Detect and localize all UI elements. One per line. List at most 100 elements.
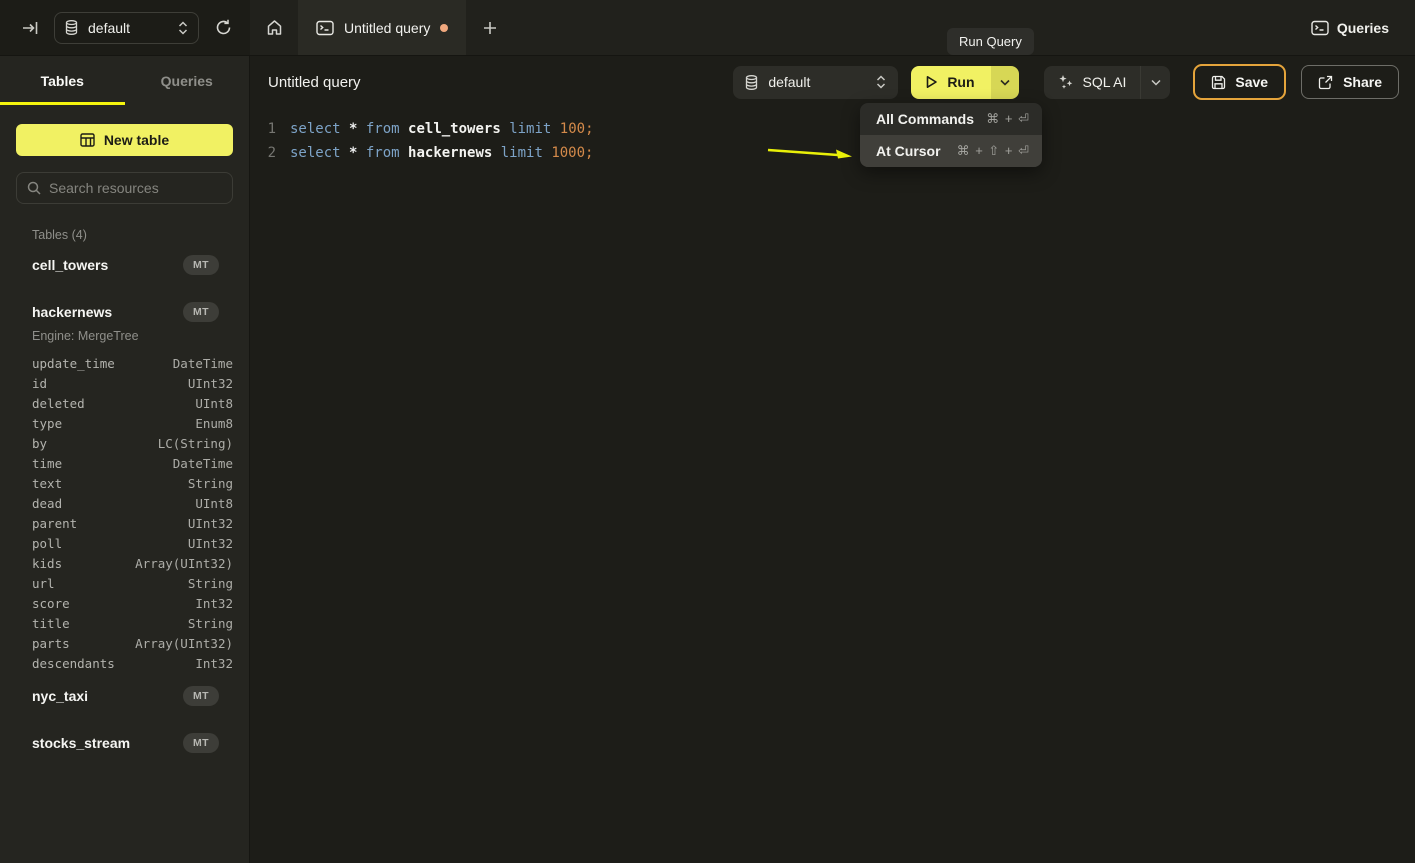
topbar-left: default (0, 0, 250, 55)
column-name: title (32, 616, 70, 631)
column-row-dead: dead UInt8 (16, 493, 233, 513)
run-button[interactable]: Run (911, 66, 990, 99)
table-row-stocks_stream[interactable]: stocks_stream MT (16, 726, 233, 760)
home-icon (266, 19, 283, 36)
database-selector-value: default (768, 74, 866, 90)
code-text: select * from cell_towers limit 100; (290, 117, 594, 141)
run-query-tooltip: Run Query (947, 28, 1034, 55)
tab-strip: Untitled query (250, 0, 1285, 55)
unsaved-changes-dot (440, 24, 448, 32)
run-options-caret[interactable] (991, 66, 1019, 99)
search-resources-input[interactable] (49, 180, 222, 196)
column-row-update_time: update_time DateTime (16, 353, 233, 373)
menu-item-shortcut: ⌘ + ⇧ + ⏎ (957, 143, 1030, 159)
run-button-label: Run (947, 74, 974, 90)
database-icon (65, 20, 78, 35)
column-name: poll (32, 536, 62, 551)
column-name: descendants (32, 656, 115, 671)
queries-link[interactable]: Queries (1285, 0, 1415, 55)
toolbar-actions: default Run (733, 64, 1399, 100)
sidebar-tab-tables[interactable]: Tables (0, 56, 125, 105)
column-type: DateTime (173, 456, 233, 471)
database-selector-topbar[interactable]: default (54, 12, 199, 44)
menu-item-label: At Cursor (876, 143, 941, 159)
engine-badge: MT (183, 686, 219, 706)
new-tab-button[interactable] (466, 0, 514, 55)
column-row-by: byLC(String) (16, 433, 233, 453)
run-button-group: Run (911, 66, 1018, 99)
table-row-cell_towers[interactable]: cell_towersMT (16, 248, 233, 282)
queries-link-label: Queries (1337, 20, 1389, 36)
column-row-descendants: descendantsInt32 (16, 653, 233, 673)
collapse-sidebar-icon (22, 21, 38, 35)
code-line-1[interactable]: 1select * from cell_towers limit 100; (250, 117, 1415, 141)
engine-badge: MT (183, 302, 219, 322)
column-type: UInt8 (195, 496, 233, 511)
column-name: parts (32, 636, 70, 651)
column-name: kids (32, 556, 62, 571)
column-type: UInt8 (195, 396, 233, 411)
sidebar-tab-queries[interactable]: Queries (125, 56, 250, 105)
tables-panel: Tables (4) cell_towersMThackernewsMTEngi… (0, 204, 249, 773)
queries-icon (1311, 20, 1329, 36)
tab-untitled-query[interactable]: Untitled query (298, 0, 466, 55)
sql-editor[interactable]: 1select * from cell_towers limit 100;2se… (250, 108, 1415, 863)
table-row-nyc_taxi[interactable]: nyc_taxi MT (16, 679, 233, 713)
sql-ai-main: SQL AI (1044, 74, 1141, 90)
sidebar-tabs: TablesQueries (0, 56, 249, 105)
play-icon (925, 75, 938, 89)
sql-ai-caret[interactable] (1140, 66, 1170, 99)
column-row-time: time DateTime (16, 453, 233, 473)
database-selector-value: default (88, 20, 168, 36)
line-number: 2 (250, 141, 290, 165)
table-name: stocks_stream (32, 735, 130, 751)
refresh-icon (215, 19, 232, 36)
search-resources-box[interactable] (16, 172, 233, 204)
column-name: deleted (32, 396, 85, 411)
sql-ai-button[interactable]: SQL AI (1044, 66, 1171, 99)
column-row-type: typeEnum8 (16, 413, 233, 433)
tables-section-title: Tables (4) (16, 228, 233, 242)
menu-item-at-cursor[interactable]: At Cursor ⌘ + ⇧ + ⏎ (860, 135, 1042, 167)
menu-item-label: All Commands (876, 111, 974, 127)
sparkles-icon (1058, 74, 1074, 90)
chevron-updown-icon (178, 21, 188, 35)
column-row-parent: parentUInt32 (16, 513, 233, 533)
share-button[interactable]: Share (1301, 65, 1399, 99)
table-name: nyc_taxi (32, 688, 88, 704)
chevron-down-icon (1000, 79, 1010, 86)
tab-home[interactable] (250, 0, 298, 55)
app-window: default Untitled query (0, 0, 1415, 863)
column-name: update_time (32, 356, 115, 371)
refresh-button[interactable] (211, 15, 236, 40)
engine-badge: MT (183, 733, 219, 753)
table-name: hackernews (32, 304, 112, 320)
column-name: by (32, 436, 47, 451)
chevron-updown-icon (876, 75, 886, 89)
column-name: dead (32, 496, 62, 511)
column-type: String (188, 576, 233, 591)
column-name: text (32, 476, 62, 491)
new-table-button[interactable]: New table (16, 124, 233, 156)
column-type: Int32 (195, 596, 233, 611)
code-line-2[interactable]: 2select * from hackernews limit 1000; (250, 141, 1415, 165)
collapse-sidebar-button[interactable] (18, 17, 42, 39)
save-icon (1211, 75, 1226, 90)
menu-item-all-commands[interactable]: All Commands ⌘ + ⏎ (860, 103, 1042, 135)
column-name: url (32, 576, 55, 591)
table-row-hackernews[interactable]: hackernews MT (16, 295, 233, 329)
column-type: Array(UInt32) (135, 636, 233, 651)
tables-list: cell_towersMThackernewsMTEngine: MergeTr… (16, 248, 233, 760)
column-type: Array(UInt32) (135, 556, 233, 571)
menu-item-shortcut: ⌘ + ⏎ (986, 111, 1030, 127)
column-name: score (32, 596, 70, 611)
query-terminal-icon (316, 20, 334, 36)
save-button[interactable]: Save (1193, 64, 1286, 100)
table-name: cell_towers (32, 257, 108, 273)
column-name: time (32, 456, 62, 471)
plus-icon (483, 21, 497, 35)
column-type: DateTime (173, 356, 233, 371)
database-selector-toolbar[interactable]: default (733, 66, 898, 99)
table-icon (80, 133, 95, 147)
column-name: parent (32, 516, 77, 531)
